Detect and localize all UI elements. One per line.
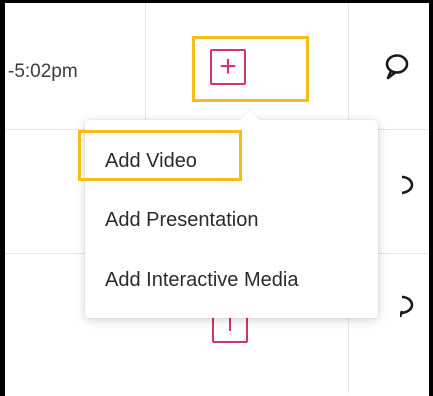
plus-icon: + bbox=[219, 50, 237, 83]
chat-bubble-icon[interactable] bbox=[400, 171, 414, 199]
add-content-button[interactable]: + bbox=[210, 49, 246, 85]
chat-bubble-icon[interactable] bbox=[400, 291, 414, 319]
chat-bubble-icon[interactable] bbox=[383, 51, 413, 81]
add-content-menu: Add Video Add Presentation Add Interacti… bbox=[85, 110, 378, 318]
session-time: -5:02pm bbox=[8, 61, 78, 82]
menu-item-add-presentation[interactable]: Add Presentation bbox=[105, 209, 258, 232]
column-divider bbox=[145, 3, 146, 120]
menu-item-add-video[interactable]: Add Video bbox=[105, 150, 197, 173]
schedule-panel: -5:02pm + Add Video Add Presentation Add… bbox=[5, 3, 429, 396]
menu-pointer bbox=[240, 110, 260, 130]
menu-item-add-interactive-media[interactable]: Add Interactive Media bbox=[105, 269, 298, 292]
